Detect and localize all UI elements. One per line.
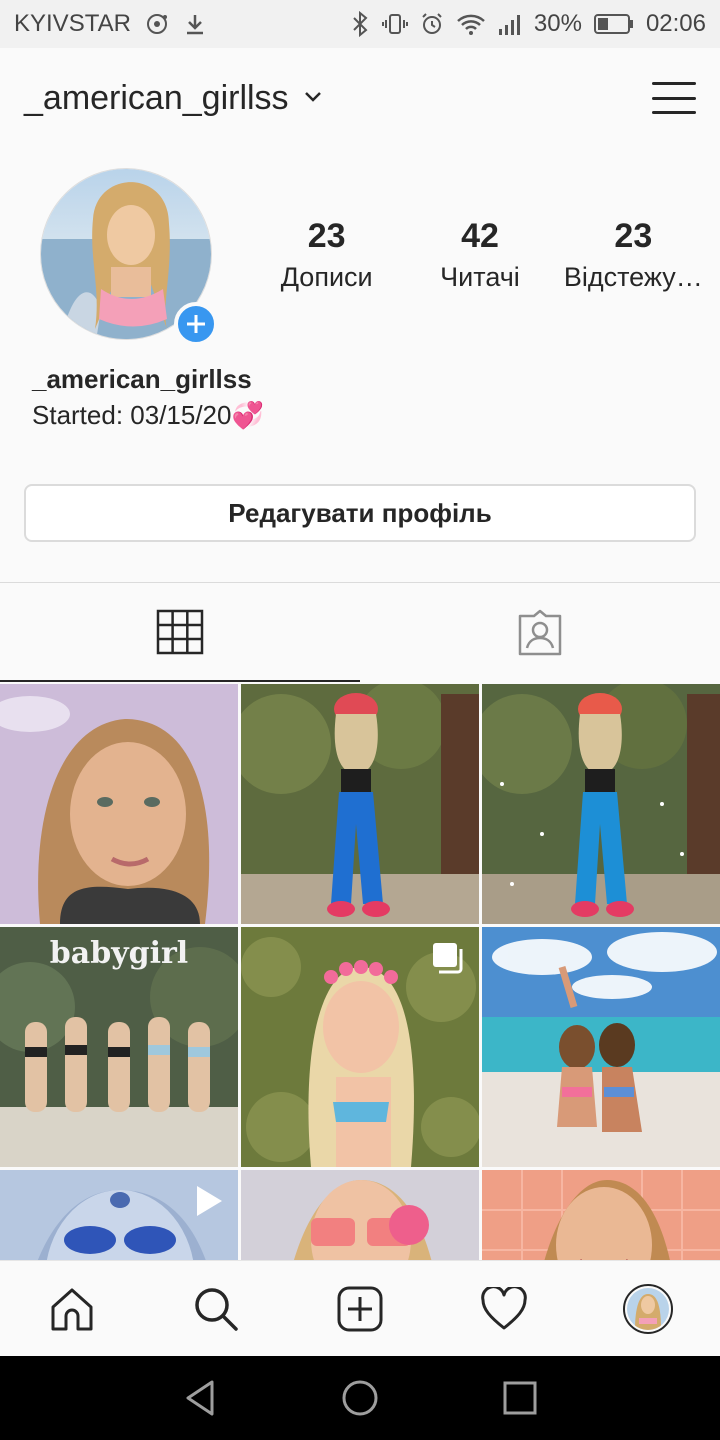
add-post-icon <box>337 1286 383 1331</box>
bottom-navigation <box>0 1260 720 1356</box>
account-switcher[interactable]: _american_girllss <box>24 79 289 118</box>
edit-profile-button[interactable]: Редагувати профіль <box>24 484 696 542</box>
nav-home[interactable] <box>36 1273 108 1345</box>
nav-new-post[interactable] <box>324 1273 396 1345</box>
post-thumbnail[interactable] <box>482 1170 720 1260</box>
system-navigation-bar <box>0 1356 720 1440</box>
heart-icon <box>481 1286 527 1329</box>
posts-grid: babygirl <box>0 684 720 1260</box>
post-thumbnail[interactable] <box>241 927 479 1167</box>
bluetooth-icon <box>350 11 370 37</box>
status-bar: KYIVSTAR 30% 02:06 <box>0 0 720 48</box>
alarm-icon <box>420 12 444 36</box>
battery-percent: 30% <box>533 10 582 37</box>
hotspot-icon <box>145 12 169 36</box>
back-icon <box>186 1380 214 1416</box>
hamburger-line <box>652 82 696 85</box>
post-thumbnail[interactable] <box>241 1170 479 1260</box>
download-icon <box>183 12 207 36</box>
vibrate-icon <box>381 12 408 36</box>
post-thumbnail[interactable]: babygirl <box>0 927 238 1167</box>
tagged-icon <box>518 609 562 656</box>
post-thumbnail[interactable] <box>0 684 238 924</box>
nav-search[interactable] <box>180 1273 252 1345</box>
profile-stats: 23 Дописи 42 Читачі 23 Відстежу… <box>250 214 710 296</box>
post-thumbnail[interactable] <box>482 927 720 1167</box>
profile-header: _american_girllss <box>0 48 720 148</box>
followers-stat[interactable]: 42 Читачі <box>403 214 556 296</box>
followers-label: Читачі <box>440 262 520 292</box>
post-thumbnail[interactable] <box>241 684 479 924</box>
post-thumbnail[interactable] <box>482 684 720 924</box>
profile-avatar-container[interactable] <box>40 168 218 346</box>
profile-avatar-icon <box>623 1283 673 1334</box>
profile-tabs <box>0 584 720 682</box>
following-stat[interactable]: 23 Відстежу… <box>557 214 710 296</box>
following-label: Відстежу… <box>563 262 703 292</box>
recents-button[interactable] <box>490 1368 550 1428</box>
posts-label: Дописи <box>280 262 373 292</box>
profile-bio: Started: 03/15/20💞 <box>32 400 264 430</box>
back-button[interactable] <box>170 1368 230 1428</box>
divider <box>0 582 720 583</box>
battery-icon <box>593 13 634 35</box>
grid-icon <box>156 609 204 655</box>
search-icon <box>195 1287 238 1331</box>
wifi-icon <box>456 12 486 36</box>
hamburger-line <box>652 111 696 114</box>
plus-icon <box>187 315 205 333</box>
followers-count: 42 <box>461 217 499 255</box>
nav-activity[interactable] <box>468 1273 540 1345</box>
multiple-photos-icon <box>431 941 465 980</box>
home-icon <box>51 1288 93 1330</box>
profile-name: _american_girllss <box>32 364 252 394</box>
video-play-icon <box>194 1184 224 1223</box>
nav-profile[interactable] <box>612 1273 684 1345</box>
circle-home-icon <box>342 1380 378 1416</box>
square-recents-icon <box>503 1381 537 1415</box>
chevron-down-icon[interactable] <box>303 89 323 108</box>
hamburger-line <box>652 96 696 100</box>
add-story-button[interactable] <box>174 302 218 346</box>
posts-stat[interactable]: 23 Дописи <box>250 214 403 296</box>
posts-count: 23 <box>307 217 346 255</box>
menu-button[interactable] <box>652 78 696 118</box>
carrier-label: KYIVSTAR <box>14 10 131 37</box>
home-system-button[interactable] <box>330 1368 390 1428</box>
following-count: 23 <box>614 217 653 255</box>
photo-overlay-text: babygirl <box>50 936 188 971</box>
tab-tagged[interactable] <box>360 584 720 680</box>
signal-icon <box>498 13 522 35</box>
tab-grid[interactable] <box>0 584 360 682</box>
post-thumbnail[interactable] <box>0 1170 238 1260</box>
clock: 02:06 <box>645 10 706 37</box>
